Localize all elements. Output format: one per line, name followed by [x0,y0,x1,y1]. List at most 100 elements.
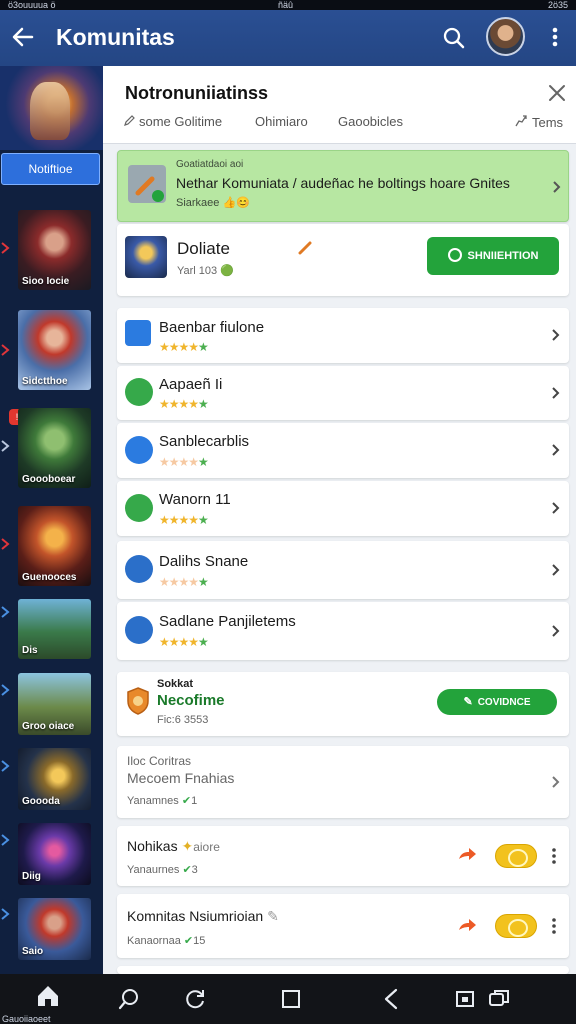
chevron-right-icon[interactable] [0,606,10,618]
tab-label: Tems [532,115,564,130]
status-center: ñäû [278,0,294,10]
home-icon[interactable] [34,982,62,1010]
tab-tems[interactable]: Tems [514,114,563,130]
coin-toggle[interactable] [495,844,537,868]
list-item[interactable]: Aapaeñ Ii ★★★★★ [117,366,569,420]
wrench-glyph [135,176,164,202]
rating-stars: ★★★★★ [159,455,209,469]
tab-ohimiaro[interactable]: Ohimiaro [255,114,308,129]
tile-caption: Sidctthoe [22,376,68,387]
more-vertical-icon[interactable] [546,24,564,50]
plain-small: Iloc Coritras [127,754,192,768]
post-sub: Kanaornaa ✔15 [127,934,205,947]
close-icon[interactable] [548,84,566,102]
special-card[interactable]: Sokkat Necofime Fic:6 3553 ✎ COVIDNCE [117,672,569,736]
rating-stars: ★★★★★ [159,397,209,411]
banner-small: Goatiatdaoi aoi [176,159,244,170]
sidebar-tile[interactable]: Sioo Iocie [18,210,91,290]
list-item[interactable]: Sadlane Panjiletems ★★★★★ [117,602,569,660]
post-extra: aiore [193,840,220,854]
refresh-icon[interactable] [182,986,208,1012]
post-item[interactable]: Komnitas Nsiumrioian ✎ Kanaornaa ✔15 [117,894,569,958]
chevron-right-icon[interactable] [0,538,10,550]
post-sub-text: Kanaornaa [127,935,181,947]
tab-some-golitime[interactable]: some Golitime [123,114,222,129]
coin-toggle[interactable] [495,914,537,938]
search-icon[interactable] [116,986,142,1012]
tab-gaoobicles[interactable]: Gaoobicles [338,114,403,129]
sidebar-hero-image [0,66,103,150]
list-item-title: Baenbar fiulone [159,319,265,336]
share-arrow-icon[interactable] [457,918,477,934]
sidebar: Notiftioe Sioo Iocie Sidctthoe ! Goooboe… [0,66,103,974]
feature-title: Doliate [177,239,230,258]
more-vertical-icon[interactable] [551,916,557,936]
overview-square-icon[interactable] [278,986,304,1012]
list-item[interactable]: Dalihs Snane ★★★★★ [117,541,569,599]
post-count: 3 [191,864,198,876]
confidence-label: COVIDNCE [477,697,531,708]
promo-banner[interactable]: Goatiatdaoi aoi Nethar Komuniata / audeñ… [117,150,569,222]
back-triangle-icon[interactable] [378,986,404,1012]
sidebar-tile[interactable]: Guenooces [18,506,91,586]
search-icon[interactable] [442,26,466,50]
wrench-icon [128,165,166,203]
sidebar-tile[interactable]: Goooda [18,748,91,810]
list-item[interactable]: Sanblecarblis ★★★★★ [117,423,569,478]
pencil-icon: ✎ [463,696,473,708]
sidebar-tile[interactable]: Saio [18,898,91,960]
subscribe-button[interactable]: SHNIIEHTION [427,237,559,275]
list-item[interactable]: Wanorn 11 ★★★★★ [117,481,569,536]
sidebar-tile[interactable]: Goooboear [18,408,91,488]
chevron-right-icon[interactable] [0,440,10,452]
special-title: Necofime [157,692,225,709]
check-icon: ✔ [182,864,192,876]
multi-window-icon[interactable] [486,986,512,1012]
chevron-right-icon[interactable] [0,242,10,254]
home-caption: Gauoiiaoeet [2,1014,51,1024]
back-arrow-icon[interactable] [10,24,36,50]
chevron-right-icon[interactable] [0,684,10,696]
status-time: 2ö35 [547,0,568,10]
special-sub: Fic:6 3553 [157,714,209,726]
tile-caption: Saio [22,946,44,957]
rating-stars: ★★★★★ [159,635,209,649]
notifications-button[interactable]: Notiftioe [1,153,100,185]
confidence-button[interactable]: ✎ COVIDNCE [437,689,557,715]
chevron-right-icon [553,181,561,193]
post-title: Komnitas Nsiumrioian ✎ [127,908,279,925]
list-item-title: Aapaeñ Ii [159,376,223,393]
app-icon [125,494,153,522]
tile-caption: Diig [22,871,41,882]
chevron-right-icon[interactable] [0,834,10,846]
screenshot-icon[interactable] [454,986,480,1012]
pencil-icon [298,241,312,255]
post-sub: Yanaurnes ✔3 [127,863,198,876]
plain-count: 1 [191,795,198,807]
post-item[interactable]: Nohikas ✦aiore Yanaurnes ✔3 [117,826,569,886]
avatar[interactable] [486,17,525,56]
share-arrow-icon[interactable] [457,847,477,863]
feature-sub: Yarl 103 🟢 [177,265,234,277]
plain-sub: Yanamnes ✔1 [127,794,197,807]
sidebar-tile[interactable]: Dis [18,599,91,659]
sidebar-tile[interactable]: Groo oiace [18,673,91,735]
app-icon [125,616,153,644]
panel-title: Notronuniiatinss [125,83,268,103]
rating-stars: ★★★★★ [159,340,209,354]
page-title: Komunitas [56,24,175,50]
list-item-partial [117,966,569,974]
status-left: ö3ouuuua ö [8,0,56,10]
chevron-right-icon[interactable] [0,760,10,772]
chevron-right-icon[interactable] [0,344,10,356]
tile-caption: Goooda [22,796,60,807]
list-item-title: Sanblecarblis [159,433,250,450]
list-item[interactable]: Baenbar fiulone ★★★★★ [117,308,569,363]
feature-card[interactable]: Doliate Yarl 103 🟢 SHNIIEHTION [117,224,569,296]
more-vertical-icon[interactable] [551,846,557,866]
chevron-right-icon [552,444,560,456]
chevron-right-icon[interactable] [0,908,10,920]
sidebar-tile[interactable]: Sidctthoe [18,310,91,390]
list-item[interactable]: Iloc Coritras Mecoem Fnahias Yanamnes ✔1 [117,746,569,818]
sidebar-tile[interactable]: Diig [18,823,91,885]
